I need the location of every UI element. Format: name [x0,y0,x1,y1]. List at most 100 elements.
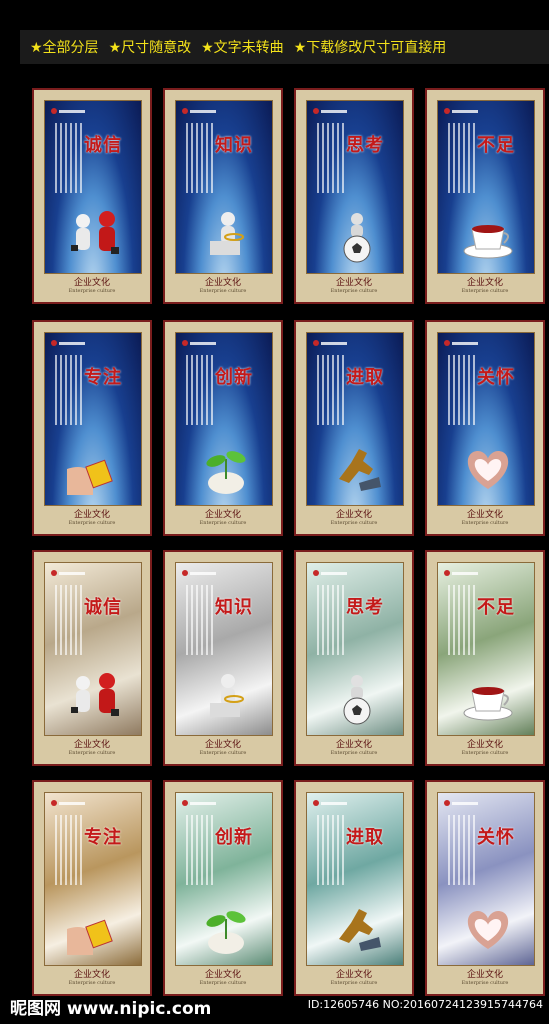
figure-icon [198,669,254,725]
poster-footer: 企业文化 Enterprise culture [165,967,281,986]
poster-title: 关怀 [477,367,515,388]
header-item: ★尺寸随意改 [108,40,192,56]
poster-footer-title: 企业文化 [466,278,503,288]
poster-artwork: 关怀 [437,332,535,506]
sprout-icon [198,439,254,495]
company-logo [51,107,91,115]
poster-card: 进取企业文化 Enterprise culture [294,780,414,996]
company-logo [444,339,484,347]
poster-title: 进取 [346,367,384,388]
poster-footer-title: 企业文化 [466,970,503,980]
poster-title: 诚信 [84,597,122,618]
company-logo [51,569,91,577]
watermark-right: ID:12605746 NO:20160724123915744764 [307,998,543,1011]
poster-footer-subtitle: Enterprise culture [461,520,509,526]
header-banner: ★全部分层 ★尺寸随意改 ★文字未转曲 ★下载修改尺寸可直接用 [20,30,549,64]
poster-card: 进取企业文化 Enterprise culture [294,320,414,536]
poster-footer: 企业文化 Enterprise culture [34,967,150,986]
poster-card: 关怀 企业文化 Enterprise culture [425,780,545,996]
poster-artwork: 知识 [175,100,273,274]
poster-card: 专注企业文化 Enterprise culture [32,320,152,536]
poster-card: 思考企业文化 Enterprise culture [294,550,414,766]
poster-card: 思考企业文化 Enterprise culture [294,88,414,304]
company-logo [182,339,222,347]
poster-artwork: 专注 [44,332,142,506]
poster-footer-title: 企业文化 [335,510,372,520]
poster-footer-subtitle: Enterprise culture [68,750,116,756]
poster-title: 创新 [215,827,253,848]
poster-footer-subtitle: Enterprise culture [68,520,116,526]
poster-footer: 企业文化 Enterprise culture [34,507,150,526]
poster-artwork: 创新 [175,332,273,506]
poster-footer: 企业文化 Enterprise culture [296,275,412,294]
cup-icon [460,207,516,263]
horse-icon [329,439,385,495]
poster-title: 知识 [215,597,253,618]
poster-artwork: 进取 [306,332,404,506]
poster-footer: 企业文化 Enterprise culture [427,507,543,526]
poster-footer-subtitle: Enterprise culture [199,520,247,526]
ball-icon [329,669,385,725]
poster-artwork: 不足 [437,562,535,736]
horse-icon [329,899,385,955]
handshake-icon [67,207,123,263]
poster-footer-subtitle: Enterprise culture [68,288,116,294]
company-logo [313,569,353,577]
heart-icon [460,439,516,495]
poster-title: 专注 [84,367,122,388]
poster-card: 创新企业文化 Enterprise culture [163,320,283,536]
poster-footer-subtitle: Enterprise culture [330,288,378,294]
poster-card: 不足企业文化 Enterprise culture [425,88,545,304]
company-logo [313,107,353,115]
poster-footer: 企业文化 Enterprise culture [296,737,412,756]
poster-footer-subtitle: Enterprise culture [199,288,247,294]
poster-title: 诚信 [84,135,122,156]
poster-artwork: 诚信 [44,100,142,274]
company-logo [51,799,91,807]
heart-icon [460,899,516,955]
poster-footer-title: 企业文化 [204,278,241,288]
poster-footer: 企业文化 Enterprise culture [427,275,543,294]
company-logo [182,569,222,577]
poster-artwork: 关怀 [437,792,535,966]
company-logo [51,339,91,347]
poster-title: 创新 [215,367,253,388]
poster-footer: 企业文化 Enterprise culture [34,737,150,756]
header-item: ★文字未转曲 [201,40,284,56]
company-logo [182,107,222,115]
poster-card: 知识企业文化 Enterprise culture [163,88,283,304]
poster-footer-title: 企业文化 [335,740,372,750]
poster-title: 思考 [346,597,384,618]
poster-footer-subtitle: Enterprise culture [68,980,116,986]
poster-footer-title: 企业文化 [335,970,372,980]
hand-icon [67,899,123,955]
poster-footer: 企业文化 Enterprise culture [427,967,543,986]
poster-footer: 企业文化 Enterprise culture [296,507,412,526]
cup-icon [460,669,516,725]
poster-artwork: 诚信 [44,562,142,736]
poster-footer-subtitle: Enterprise culture [330,980,378,986]
poster-title: 不足 [477,135,515,156]
poster-footer-title: 企业文化 [466,740,503,750]
header-item: ★全部分层 [30,40,99,56]
poster-grid: 诚信 企业文化 Enterprise culture 知识 企业文化 Enterprise… [32,88,549,998]
poster-artwork: 进取 [306,792,404,966]
poster-card: 专注 企业文化 Enterprise culture [32,780,152,996]
ball-icon [329,207,385,263]
poster-footer: 企业文化 Enterprise culture [165,507,281,526]
hand-icon [67,439,123,495]
poster-footer-subtitle: Enterprise culture [461,288,509,294]
company-logo [444,569,484,577]
poster-footer-title: 企业文化 [204,510,241,520]
poster-footer-title: 企业文化 [73,278,110,288]
sprout-icon [198,899,254,955]
poster-footer-title: 企业文化 [204,970,241,980]
poster-card: 创新企业文化 Enterprise culture [163,780,283,996]
poster-title: 思考 [346,135,384,156]
company-logo [444,799,484,807]
watermark-left: 昵图网 www.nipic.com [10,999,212,1019]
poster-footer-subtitle: Enterprise culture [330,750,378,756]
company-logo [444,107,484,115]
poster-footer-subtitle: Enterprise culture [461,750,509,756]
poster-card: 诚信企业文化 Enterprise culture [32,88,152,304]
